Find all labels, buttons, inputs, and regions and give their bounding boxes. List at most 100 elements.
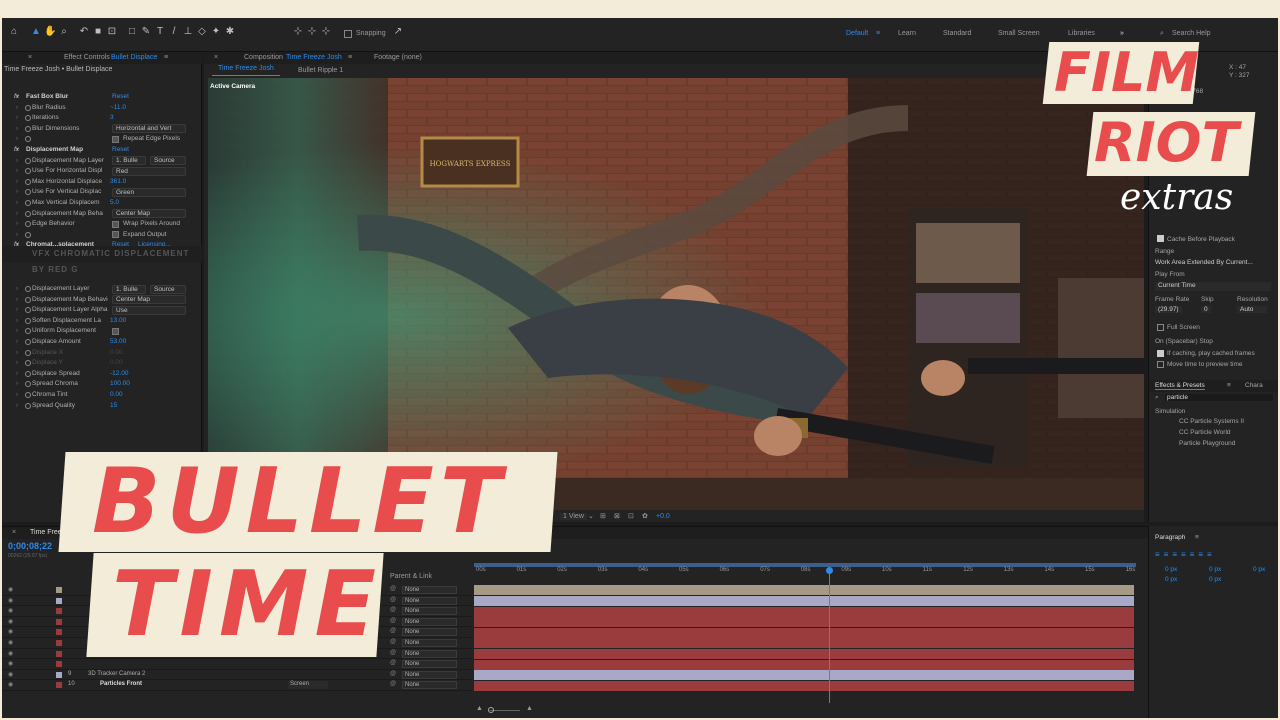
fx-toggle-icon[interactable]: fx [14,145,19,155]
fx-toggle-icon[interactable]: fx [14,92,19,102]
pickwhip-icon[interactable]: @ [390,639,396,645]
visibility-eye-icon[interactable]: ◉ [8,607,13,614]
expand-triangle-icon[interactable]: › [16,358,18,368]
brush-tool-icon[interactable]: / [168,26,180,38]
skip-select[interactable]: 0 [1201,306,1211,313]
param-value[interactable]: -12.00 [110,369,128,379]
resolution-select[interactable]: Auto [1237,306,1267,313]
composition-tab-name[interactable]: Time Freeze Josh [286,54,342,61]
camera-tool-icon[interactable]: ■ [92,26,104,38]
effects-search-input[interactable]: particle [1165,394,1273,401]
expand-triangle-icon[interactable]: › [16,187,18,197]
close-icon[interactable]: × [28,54,32,61]
param-select[interactable]: 1. Bulle [112,284,146,294]
layer-duration-bar[interactable] [474,659,1134,670]
stopwatch-icon[interactable] [25,168,31,175]
indent-right-value[interactable]: 0 px [1209,566,1221,573]
layer-row[interactable]: ◉ @ None 9 3D Tracker Camera 2 [2,670,472,681]
zoom-tool-icon[interactable]: ⌕ [58,26,70,38]
stopwatch-icon[interactable] [25,231,31,238]
layer-duration-bar[interactable] [474,648,1134,659]
roto-brush-tool-icon[interactable]: ✦ [210,26,222,38]
stopwatch-icon[interactable] [25,349,31,356]
caching-checkbox[interactable] [1157,350,1164,357]
param-select[interactable]: Use [112,305,186,315]
indent-left-value[interactable]: 0 px [1165,566,1177,573]
parent-select[interactable]: None [402,607,457,616]
effect-item[interactable]: Particle Playground [1179,440,1235,447]
effects-presets-tab[interactable]: Effects & Presets [1155,382,1205,390]
param-value[interactable]: 0.00 [110,390,123,400]
stopwatch-icon[interactable] [25,157,31,164]
layer-duration-bar[interactable] [474,638,1134,649]
visibility-eye-icon[interactable]: ◉ [8,586,13,593]
panel-menu-icon[interactable]: ≡ [348,54,352,61]
subtab-time-freeze-josh[interactable]: Time Freeze Josh [212,65,280,72]
pickwhip-icon[interactable]: @ [390,597,396,603]
frame-rate-select[interactable]: (29.97) [1155,306,1182,313]
expand-triangle-icon[interactable]: › [16,401,18,411]
stopwatch-icon[interactable] [25,286,31,292]
pickwhip-icon[interactable]: @ [390,650,396,656]
expand-triangle-icon[interactable]: › [16,369,18,379]
expand-triangle-icon[interactable]: › [16,316,18,326]
pickwhip-icon[interactable]: @ [390,618,396,624]
visibility-eye-icon[interactable]: ◉ [8,597,13,604]
layer-label-color[interactable] [56,597,62,604]
range-select[interactable]: Work Area Extended By Current... [1155,259,1253,266]
visibility-eye-icon[interactable]: ◉ [8,660,13,667]
param-value[interactable]: 100.00 [110,379,130,389]
workspace-libraries[interactable]: Libraries [1068,30,1095,37]
visibility-eye-icon[interactable]: ◉ [8,628,13,635]
param-value[interactable]: 361.0 [110,177,126,187]
panel-menu-icon[interactable]: ≡ [1227,382,1231,389]
space-before-value[interactable]: 0 px [1165,576,1177,583]
stopwatch-icon[interactable] [25,360,31,367]
expand-triangle-icon[interactable]: › [16,284,18,294]
visibility-eye-icon[interactable]: ◉ [8,650,13,657]
stopwatch-icon[interactable] [25,370,31,377]
snap-icon[interactable]: ↗ [392,26,404,38]
current-timecode[interactable]: 0;00;08;22 [8,541,52,551]
panel-menu-icon[interactable]: ≡ [1195,534,1199,541]
layer-name[interactable]: 3D Tracker Camera 2 [88,671,145,677]
hand-tool-icon[interactable]: ✋ [44,26,56,38]
simulation-category[interactable]: Simulation [1155,408,1185,415]
workspace-overflow-icon[interactable]: » [1120,30,1124,37]
snapshot-icon[interactable]: ⊡ [628,512,634,520]
pickwhip-icon[interactable]: @ [390,681,396,687]
expand-triangle-icon[interactable]: › [16,156,18,166]
workspace-default[interactable]: Default [846,30,868,37]
exposure-value[interactable]: +0.0 [656,513,670,520]
stopwatch-icon[interactable] [25,328,31,335]
eraser-tool-icon[interactable]: ◇ [196,26,208,38]
visibility-eye-icon[interactable]: ◉ [8,671,13,678]
param-select[interactable]: Green [112,187,186,197]
stopwatch-icon[interactable] [25,210,31,217]
layer-label-color[interactable] [56,661,62,668]
visibility-eye-icon[interactable]: ◉ [8,639,13,646]
param-select[interactable]: 1. Bulle [112,156,146,166]
parent-select[interactable]: None [402,586,457,594]
param-checkbox[interactable] [112,220,119,228]
layer-label-color[interactable] [56,682,62,689]
expand-triangle-icon[interactable]: › [16,219,18,229]
rotate-tool-icon[interactable]: ↶ [78,26,90,38]
param-value[interactable]: 15 [110,401,117,411]
layer-duration-bar[interactable] [474,627,1134,638]
play-from-select[interactable]: Current Time [1155,282,1271,291]
stopwatch-icon[interactable] [25,381,31,388]
effect-item[interactable]: CC Particle Systems II [1179,418,1244,425]
show-channel-icon[interactable]: ✿ [642,512,648,520]
selection-tool-icon[interactable]: ▲ [30,26,42,38]
layer-label-color[interactable] [56,587,62,593]
subtab-active[interactable]: Time Freeze Josh [212,65,280,76]
param-select-source[interactable]: Source [150,156,186,166]
stopwatch-icon[interactable] [25,200,31,206]
puppet-tool-icon[interactable]: ✱ [224,26,236,38]
stopwatch-icon[interactable] [25,104,31,111]
close-icon[interactable]: × [12,529,16,536]
param-value[interactable]: 0.00 [110,348,123,358]
expand-triangle-icon[interactable]: › [16,113,18,123]
stopwatch-icon[interactable] [25,115,31,122]
